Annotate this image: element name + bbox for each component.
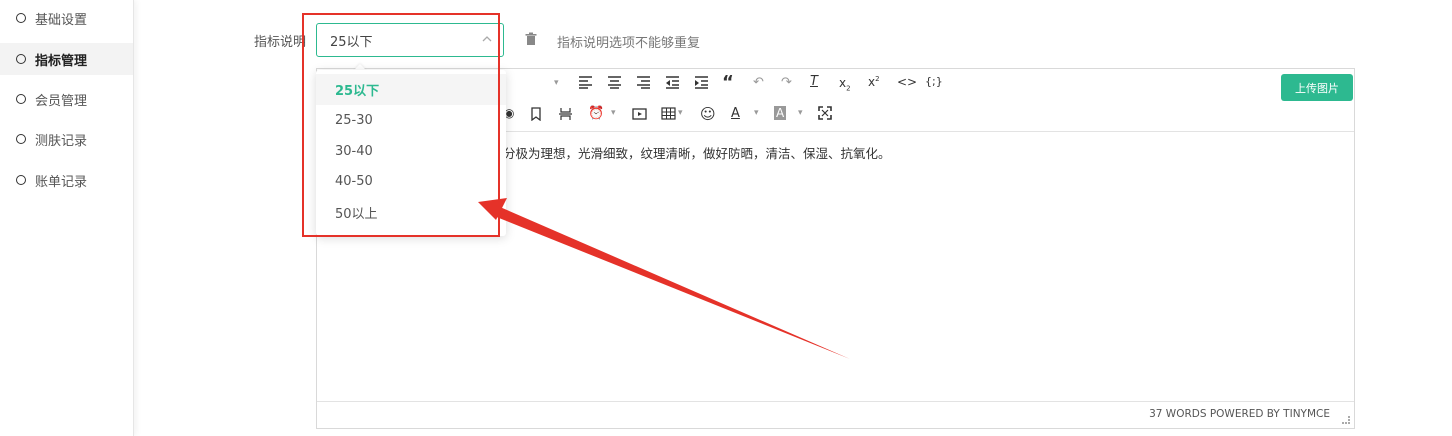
fullscreen-icon[interactable]: [818, 106, 832, 124]
align-left-icon[interactable]: [578, 76, 593, 93]
editor-statusbar: 37 WORDS POWERED BY TINYMCE: [317, 401, 1354, 428]
word-count: 37 WORDS POWERED BY TINYMCE: [1149, 408, 1330, 420]
alarm-icon[interactable]: ⏰: [588, 106, 604, 121]
background-color-icon[interactable]: A: [774, 106, 787, 120]
undo-icon[interactable]: ↶: [753, 75, 764, 90]
sidebar-item-label: 测肤记录: [35, 133, 88, 149]
blockquote-icon[interactable]: “: [722, 72, 734, 93]
outdent-icon[interactable]: [665, 76, 680, 93]
clear-format-icon[interactable]: T: [810, 74, 818, 89]
field-label: 指标说明: [254, 35, 307, 50]
chevron-down-icon[interactable]: ▾: [754, 108, 759, 118]
circle-icon: [16, 94, 26, 104]
table-icon[interactable]: [661, 107, 676, 124]
sidebar-item-indicator-management[interactable]: 指标管理: [0, 43, 133, 75]
subscript-icon[interactable]: x2: [839, 76, 851, 92]
code-icon[interactable]: <>: [897, 75, 917, 89]
sidebar-item-label: 账单记录: [35, 174, 88, 190]
superscript-icon[interactable]: x2: [868, 75, 880, 89]
emoticon-icon[interactable]: ☺: [700, 105, 716, 123]
sidebar-item-label: 会员管理: [35, 93, 88, 109]
sidebar-item-label: 基础设置: [35, 12, 88, 28]
code-sample-icon[interactable]: {;}: [925, 75, 943, 88]
chevron-down-icon[interactable]: ▾: [678, 108, 683, 118]
editor-content[interactable]: 分极为理想，光滑细致，纹理清晰，做好防晒，清洁、保湿、抗氧化。: [503, 143, 891, 162]
circle-icon: [16, 134, 26, 144]
sidebar: 基础设置 指标管理 会员管理 测肤记录 账单记录: [0, 0, 134, 436]
bookmark-icon[interactable]: [531, 107, 541, 125]
align-center-icon[interactable]: [607, 76, 622, 93]
align-right-icon[interactable]: [636, 76, 651, 93]
chevron-down-icon[interactable]: ▾: [611, 108, 616, 118]
indent-icon[interactable]: [694, 76, 709, 93]
sidebar-item-member-management[interactable]: 会员管理: [0, 83, 133, 115]
sidebar-item-skin-test-records[interactable]: 测肤记录: [0, 123, 133, 155]
sidebar-item-basic-settings[interactable]: 基础设置: [0, 2, 133, 34]
page-break-icon[interactable]: [558, 107, 573, 125]
hint-text: 指标说明选项不能够重复: [557, 36, 701, 51]
circle-icon: [16, 13, 26, 23]
trash-icon[interactable]: [524, 32, 538, 46]
resize-handle-icon[interactable]: [1342, 416, 1350, 424]
circle-icon: [16, 54, 26, 64]
chevron-down-icon[interactable]: ▾: [554, 78, 559, 88]
redo-icon[interactable]: ↷: [781, 75, 792, 90]
upload-image-button[interactable]: 上传图片: [1281, 74, 1353, 101]
media-icon[interactable]: [632, 108, 647, 124]
chevron-down-icon[interactable]: ▾: [798, 108, 803, 118]
circle-icon: [16, 175, 26, 185]
sidebar-item-billing-records[interactable]: 账单记录: [0, 164, 133, 196]
sidebar-item-label: 指标管理: [35, 53, 88, 69]
annotation-highlight-box: [302, 13, 500, 237]
text-color-icon[interactable]: A: [731, 106, 740, 121]
